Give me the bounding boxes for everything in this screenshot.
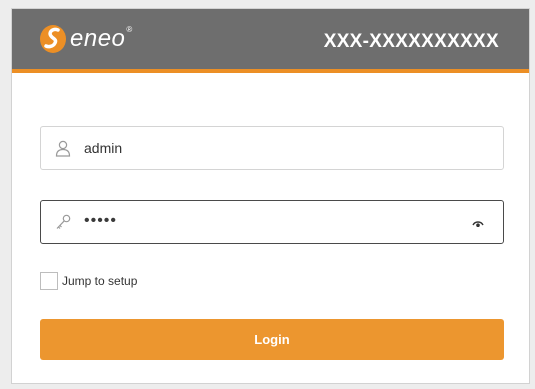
user-icon <box>55 140 71 157</box>
key-icon <box>56 214 71 229</box>
logo-text: eneo <box>70 25 126 52</box>
login-card: eneo ® XXX-XXXXXXXXXX admin ••••• Jump t… <box>11 8 530 384</box>
username-value: admin <box>84 140 123 156</box>
logo-registered-mark: ® <box>126 24 133 34</box>
password-value: ••••• <box>84 212 118 229</box>
jump-to-setup-row[interactable]: Jump to setup <box>40 272 137 290</box>
login-button[interactable]: Login <box>40 319 504 360</box>
eneo-logo-mark-icon <box>40 25 66 53</box>
eye-icon[interactable] <box>472 220 484 228</box>
eneo-logo: eneo ® <box>39 22 132 56</box>
header-bar: eneo ® XXX-XXXXXXXXXX <box>12 9 529 73</box>
device-name: XXX-XXXXXXXXXX <box>323 31 499 52</box>
jump-to-setup-label[interactable]: Jump to setup <box>62 274 137 288</box>
username-field[interactable]: admin <box>40 126 504 170</box>
jump-to-setup-checkbox[interactable] <box>40 272 58 290</box>
password-field[interactable]: ••••• <box>40 200 504 244</box>
